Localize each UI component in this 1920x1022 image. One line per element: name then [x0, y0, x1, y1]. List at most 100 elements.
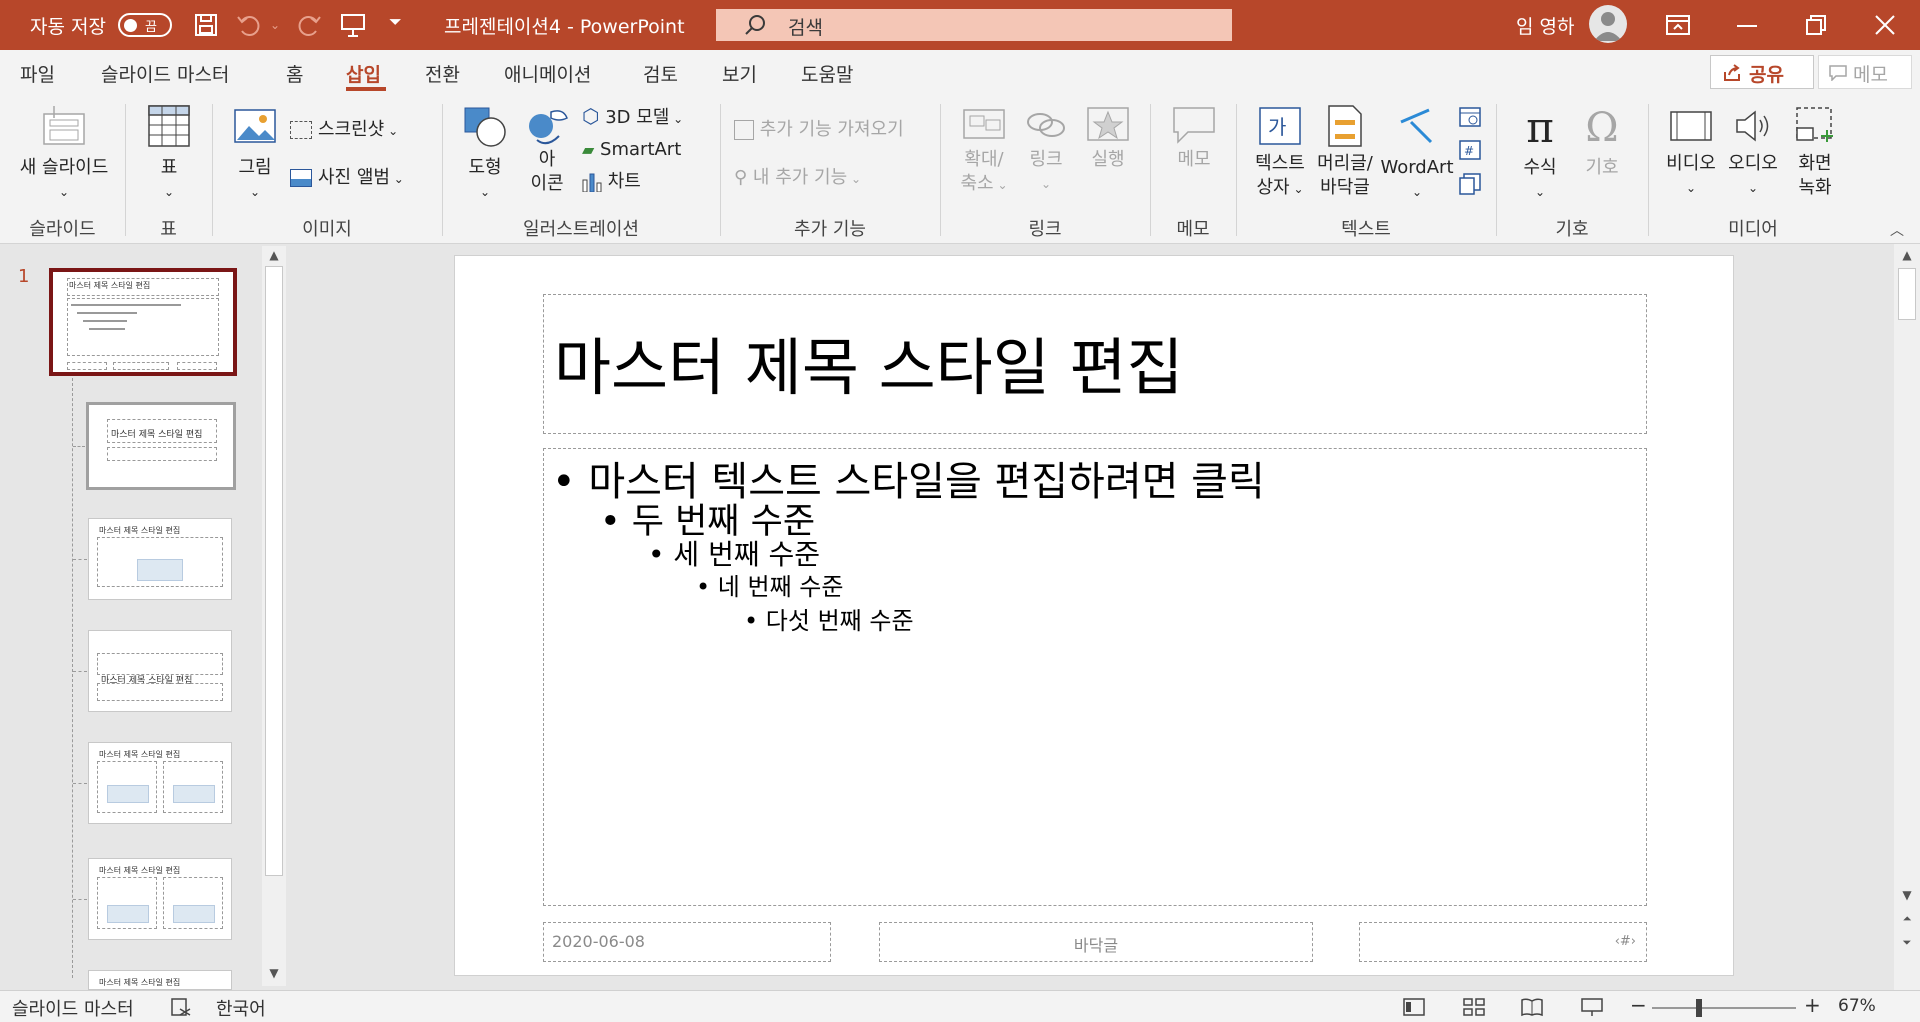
undo-icon[interactable] — [236, 13, 262, 37]
scroll-up-icon[interactable]: ▲ — [262, 248, 286, 262]
slide-canvas[interactable]: 마스터 제목 스타일 편집 • 마스터 텍스트 스타일을 편집하려면 클릭 • … — [454, 255, 1734, 976]
picture-button[interactable]: 그림 ⌄ — [228, 104, 282, 204]
tab-help[interactable]: 도움말 — [801, 60, 853, 87]
new-slide-label: 새 슬라이드 — [19, 157, 109, 178]
screenshot-button[interactable]: 스크린샷 ⌄ — [290, 118, 398, 146]
layout-thumbnail-two-content[interactable]: 마스터 제목 스타일 편집 — [88, 742, 232, 824]
chevron-down-icon: ⌄ — [384, 124, 399, 138]
zoom-slider-thumb[interactable] — [1696, 999, 1702, 1017]
wordart-button[interactable]: WordArt ⌄ — [1380, 104, 1454, 204]
language-label[interactable]: 한국어 — [216, 995, 266, 1021]
zoom-level[interactable]: 67% — [1838, 996, 1876, 1016]
link-button[interactable]: 링크 ⌄ — [1018, 104, 1074, 204]
slide-scrollbar[interactable]: ▲ ▼ ⏶ ⏷ — [1894, 244, 1920, 990]
present-from-start-icon[interactable] — [340, 12, 366, 38]
layout-thumbnail-comparison[interactable]: 마스터 제목 스타일 편집 — [88, 858, 232, 940]
ribbon-display-options-icon[interactable] — [1666, 14, 1690, 36]
slide-number-placeholder[interactable]: ‹#› — [1359, 922, 1647, 962]
layout-thumbnail-content[interactable]: 마스터 제목 스타일 편집 — [88, 518, 232, 600]
user-name[interactable]: 임 영하 — [1516, 12, 1574, 39]
normal-view-icon[interactable] — [1402, 997, 1426, 1017]
undo-dropdown-icon[interactable]: ⌄ — [270, 18, 280, 32]
text-box-button[interactable]: 가 텍스트 상자 ⌄ — [1250, 104, 1310, 204]
toggle-knob — [124, 19, 137, 32]
scroll-down-icon[interactable]: ▼ — [262, 966, 286, 980]
scroll-down-icon[interactable]: ▼ — [1894, 888, 1920, 902]
avatar[interactable] — [1589, 5, 1627, 43]
tab-insert[interactable]: 삽입 — [346, 60, 381, 87]
chart-button[interactable]: 차트 — [582, 170, 641, 198]
thumb-title: 마스터 제목 스타일 편집 — [69, 281, 151, 290]
search-box[interactable]: 검색 — [716, 9, 1232, 41]
scroll-thumb[interactable] — [1898, 268, 1916, 320]
next-slide-icon[interactable]: ⏷ — [1894, 936, 1920, 950]
slide-sorter-icon[interactable] — [1462, 997, 1486, 1017]
layout-thumbnail-title-only[interactable]: 마스터 제목 스타일 편집 — [88, 970, 232, 990]
tab-transitions[interactable]: 전환 — [425, 60, 460, 87]
date-placeholder[interactable]: 2020-06-08 — [543, 922, 831, 962]
restore-icon[interactable] — [1805, 14, 1827, 36]
minimize-icon[interactable] — [1737, 25, 1757, 27]
slide-number: 1 — [18, 266, 30, 287]
action-button[interactable]: 실행 — [1080, 104, 1136, 204]
slide-number-icon[interactable]: # — [1458, 138, 1482, 162]
audio-button[interactable]: 오디오 ⌄ — [1722, 104, 1784, 204]
group-label-illustrations: 일러스트레이션 — [523, 219, 639, 240]
accessibility-icon[interactable] — [170, 997, 192, 1017]
collapse-ribbon-icon[interactable]: ︿ — [1890, 220, 1904, 240]
3d-models-button[interactable]: ⬡ 3D 모델 ⌄ — [582, 104, 683, 132]
comment-icon — [1829, 65, 1847, 81]
customize-qat-icon[interactable]: ⏷ — [389, 12, 402, 32]
share-button[interactable]: 공유 — [1710, 55, 1814, 89]
slideshow-view-icon[interactable] — [1580, 997, 1604, 1017]
chevron-down-icon: ⌄ — [1289, 182, 1304, 196]
get-addins-button[interactable]: 추가 기능 가져오기 — [734, 118, 904, 146]
header-footer-button[interactable]: 머리글/ 바닥글 — [1314, 104, 1376, 204]
title-placeholder[interactable]: 마스터 제목 스타일 편집 — [543, 294, 1647, 434]
smartart-button[interactable]: ▰ SmartArt — [582, 138, 681, 166]
layout-thumbnail-section[interactable]: 마스터 제목 스타일 편집 — [88, 630, 232, 712]
zoom-button[interactable]: 확대/ 축소 ⌄ — [956, 104, 1012, 204]
zoom-slider-track[interactable] — [1652, 1007, 1796, 1009]
tab-review[interactable]: 검토 — [643, 60, 678, 87]
icons-button[interactable]: 아 이콘 — [520, 104, 574, 204]
previous-slide-icon[interactable]: ⏶ — [1894, 912, 1920, 926]
video-button[interactable]: 비디오 ⌄ — [1660, 104, 1722, 204]
group-label-media: 미디어 — [1728, 219, 1778, 240]
footer-placeholder[interactable]: 바닥글 — [879, 922, 1313, 962]
new-slide-icon — [43, 106, 85, 145]
scroll-up-icon[interactable]: ▲ — [1894, 248, 1920, 262]
tab-file[interactable]: 파일 — [20, 60, 55, 87]
save-icon[interactable] — [194, 13, 218, 37]
layout-thumbnail-title[interactable]: 마스터 제목 스타일 편집 — [86, 402, 236, 490]
tab-view[interactable]: 보기 — [722, 60, 757, 87]
zoom-in-icon[interactable]: + — [1804, 993, 1821, 1017]
autosave-toggle[interactable]: 끔 — [118, 13, 172, 37]
shapes-button[interactable]: 도형 ⌄ — [458, 104, 512, 204]
close-icon[interactable] — [1874, 14, 1896, 36]
zoom-out-icon[interactable]: − — [1630, 993, 1647, 1017]
symbol-button[interactable]: Ω 기호 — [1574, 104, 1630, 204]
tab-slide-master[interactable]: 슬라이드 마스터 — [101, 60, 229, 87]
table-button[interactable]: 표 ⌄ — [140, 104, 198, 204]
thumbnail-scrollbar[interactable]: ▲ ▼ — [262, 246, 286, 986]
slide-master-thumbnail[interactable]: 마스터 제목 스타일 편집 — [49, 268, 237, 376]
pi-icon: π — [1526, 103, 1554, 152]
object-icon[interactable] — [1458, 172, 1482, 196]
reading-view-icon[interactable] — [1520, 997, 1544, 1017]
content-placeholder[interactable]: • 마스터 텍스트 스타일을 편집하려면 클릭 • 두 번째 수준 • 세 번째… — [543, 448, 1647, 906]
my-addins-button[interactable]: ⚲ 내 추가 기능 ⌄ — [734, 166, 861, 194]
chart-label: 차트 — [607, 171, 641, 192]
equation-button[interactable]: π 수식 ⌄ — [1512, 104, 1568, 204]
comments-button[interactable]: 메모 — [1818, 55, 1912, 89]
redo-icon[interactable] — [296, 13, 322, 37]
screen-recording-button[interactable]: 화면 녹화 — [1784, 104, 1846, 204]
photo-album-button[interactable]: 사진 앨범 ⌄ — [290, 166, 404, 194]
scroll-thumb[interactable] — [265, 266, 283, 876]
new-slide-button[interactable]: 새 슬라이드 ⌄ — [8, 104, 120, 204]
tab-home[interactable]: 홈 — [286, 60, 303, 87]
date-time-icon[interactable] — [1458, 104, 1482, 128]
tab-animations[interactable]: 애니메이션 — [504, 60, 591, 87]
my-addins-icon: ⚲ — [734, 167, 748, 188]
new-comment-button[interactable]: 메모 — [1166, 104, 1222, 204]
